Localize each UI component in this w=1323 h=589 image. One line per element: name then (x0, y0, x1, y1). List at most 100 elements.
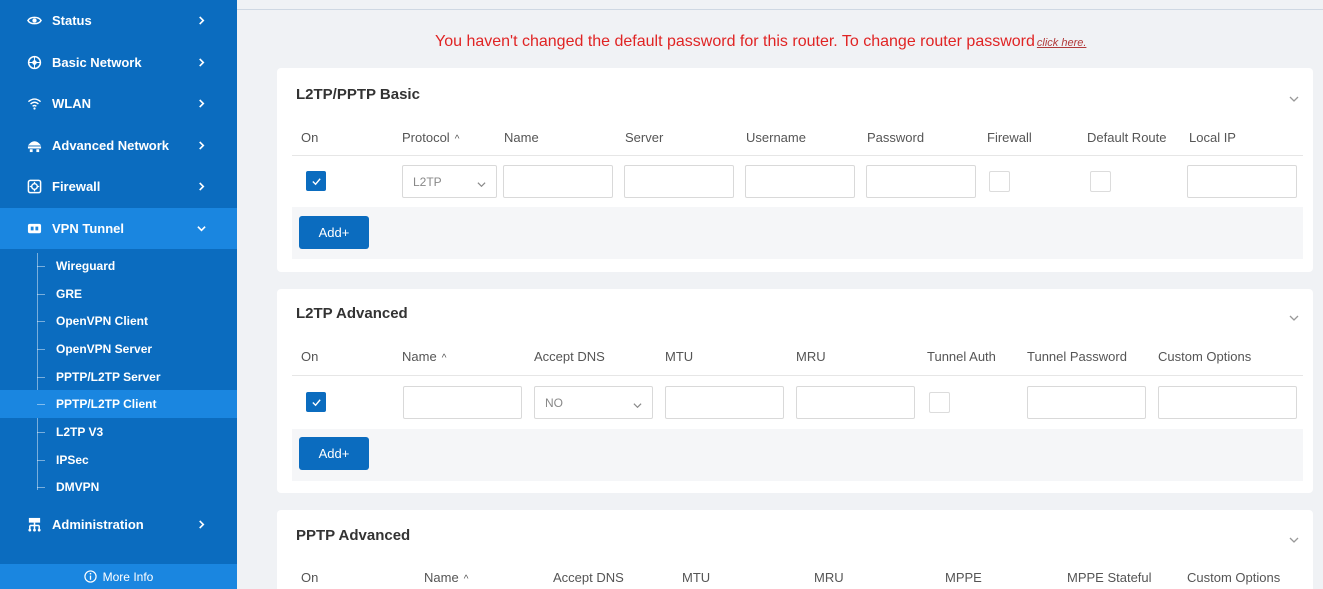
sidebar-item-wlan[interactable]: WLAN (0, 83, 237, 125)
sidebar-item-label: Status (52, 13, 92, 29)
sidebar-item-label: WLAN (52, 96, 91, 112)
change-password-link[interactable]: click here. (1037, 37, 1087, 49)
sidebar-subitem-pptp-l2tp-client[interactable]: PPTP/L2TP Client (0, 390, 237, 419)
card-title: L2TP/PPTP Basic (296, 86, 420, 103)
column-header-on: On (301, 349, 319, 364)
name-input[interactable] (403, 386, 522, 419)
sidebar-subitem-pptp-l2tp-server[interactable]: PPTP/L2TP Server (0, 363, 237, 391)
mru-input[interactable] (796, 386, 915, 419)
collapse-chevron-icon[interactable] (1289, 533, 1299, 543)
sidebar-item-basic-network[interactable]: Basic Network (0, 42, 237, 84)
on-checkbox[interactable] (306, 171, 326, 191)
card-title: PPTP Advanced (296, 527, 411, 544)
l2tp-advanced-card: L2TP Advanced On Name ^ Accept DNS MTU MR… (277, 289, 1313, 493)
column-header-tunnel-auth: Tunnel Auth (927, 349, 996, 364)
password-warning: You haven't changed the default password… (435, 33, 1086, 51)
add-row (292, 207, 1303, 259)
sidebar-subitem-l2tp-v3[interactable]: L2TP V3 (0, 418, 237, 446)
sidebar-subitem-wireguard[interactable]: Wireguard (0, 252, 237, 280)
sidebar-item-firewall[interactable]: Firewall (0, 166, 237, 208)
chevron-right-icon (196, 57, 206, 67)
accept-dns-select[interactable]: NO (534, 386, 653, 419)
column-header-accept-dns: Accept DNS (553, 570, 624, 585)
sort-up-icon: ^ (441, 353, 447, 364)
sidebar-item-vpn-tunnel[interactable]: VPN Tunnel (0, 207, 237, 249)
network-icon (26, 137, 42, 153)
column-header-mru: MRU (796, 349, 826, 364)
chevron-right-icon (196, 99, 206, 109)
protocol-select[interactable]: L2TP (402, 165, 497, 198)
vpn-icon (26, 220, 42, 236)
column-header-protocol[interactable]: Protocol ^ (402, 130, 459, 145)
wifi-icon (26, 96, 42, 112)
username-input[interactable] (745, 165, 855, 198)
column-header-mtu: MTU (682, 570, 711, 585)
info-icon (83, 570, 97, 583)
column-header-username: Username (746, 130, 806, 145)
column-header-mppe: MPPE (945, 570, 982, 585)
name-input[interactable] (503, 165, 613, 198)
chevron-down-icon (477, 178, 486, 188)
collapse-chevron-icon[interactable] (1289, 311, 1299, 321)
card-title: L2TP Advanced (296, 305, 408, 322)
top-divider (237, 9, 1323, 10)
sort-up-icon: ^ (454, 134, 460, 145)
column-header-on: On (301, 570, 319, 585)
chevron-down-icon (196, 223, 206, 233)
column-header-name: Name (504, 130, 539, 145)
sidebar: Status Basic Network WLAN Advanced Netwo… (0, 0, 237, 589)
sidebar-item-administration[interactable]: Administration (0, 504, 237, 546)
sidebar-item-advanced-network[interactable]: Advanced Network (0, 125, 237, 167)
column-header-tunnel-password: Tunnel Password (1027, 349, 1127, 364)
column-header-mtu: MTU (665, 349, 694, 364)
sidebar-subitem-openvpn-server[interactable]: OpenVPN Server (0, 335, 237, 363)
header-divider (292, 155, 1303, 156)
column-header-name[interactable]: Name ^ (424, 570, 468, 585)
column-header-on: On (301, 130, 319, 145)
chevron-right-icon (196, 182, 206, 192)
chevron-down-icon (633, 399, 642, 409)
column-header-password: Password (867, 130, 925, 145)
sidebar-subitem-dmvpn[interactable]: DMVPN (0, 474, 237, 502)
l2tp-pptp-basic-card: L2TP/PPTP Basic On Protocol ^ Name Server… (277, 68, 1313, 272)
add-button[interactable]: Add+ (299, 437, 369, 470)
password-input[interactable] (866, 165, 976, 198)
column-header-mru: MRU (814, 570, 844, 585)
on-checkbox[interactable] (306, 392, 326, 412)
default-route-checkbox[interactable] (1090, 171, 1111, 192)
vpn-subnav: Wireguard GRE OpenVPN Client OpenVPN Ser… (0, 249, 237, 504)
protocol-value: L2TP (413, 174, 442, 189)
custom-options-input[interactable] (1158, 386, 1297, 419)
sidebar-item-label: Advanced Network (52, 137, 170, 153)
sidebar-item-label: Firewall (52, 179, 101, 195)
sidebar-subitem-openvpn-client[interactable]: OpenVPN Client (0, 307, 237, 335)
eye-icon (26, 13, 42, 29)
accept-dns-value: NO (545, 395, 563, 410)
sidebar-item-label: Basic Network (52, 54, 142, 70)
sidebar-subitem-gre[interactable]: GRE (0, 280, 237, 308)
column-header-firewall: Firewall (987, 130, 1032, 145)
sidebar-subitem-ipsec[interactable]: IPSec (0, 446, 237, 474)
column-header-local-ip: Local IP (1189, 130, 1236, 145)
add-button[interactable]: Add+ (299, 216, 369, 249)
sidebar-item-label: VPN Tunnel (52, 220, 124, 236)
server-input[interactable] (624, 165, 734, 198)
chevron-right-icon (196, 520, 206, 530)
more-info-button[interactable]: More Info (0, 564, 237, 589)
header-divider (292, 375, 1303, 376)
tunnel-password-input[interactable] (1027, 386, 1146, 419)
column-header-server: Server (625, 130, 664, 145)
firewall-icon (26, 179, 42, 195)
column-header-default-route: Default Route (1087, 130, 1167, 145)
firewall-checkbox[interactable] (989, 171, 1010, 192)
tunnel-auth-checkbox[interactable] (929, 392, 950, 413)
sidebar-item-status[interactable]: Status (0, 0, 237, 42)
mtu-input[interactable] (665, 386, 784, 419)
chevron-right-icon (196, 16, 206, 26)
local-ip-input[interactable] (1187, 165, 1297, 198)
globe-icon (26, 54, 42, 70)
collapse-chevron-icon[interactable] (1289, 92, 1299, 102)
chevron-right-icon (196, 140, 206, 150)
main-content: You haven't changed the default password… (237, 0, 1323, 589)
column-header-name[interactable]: Name ^ (402, 349, 446, 364)
